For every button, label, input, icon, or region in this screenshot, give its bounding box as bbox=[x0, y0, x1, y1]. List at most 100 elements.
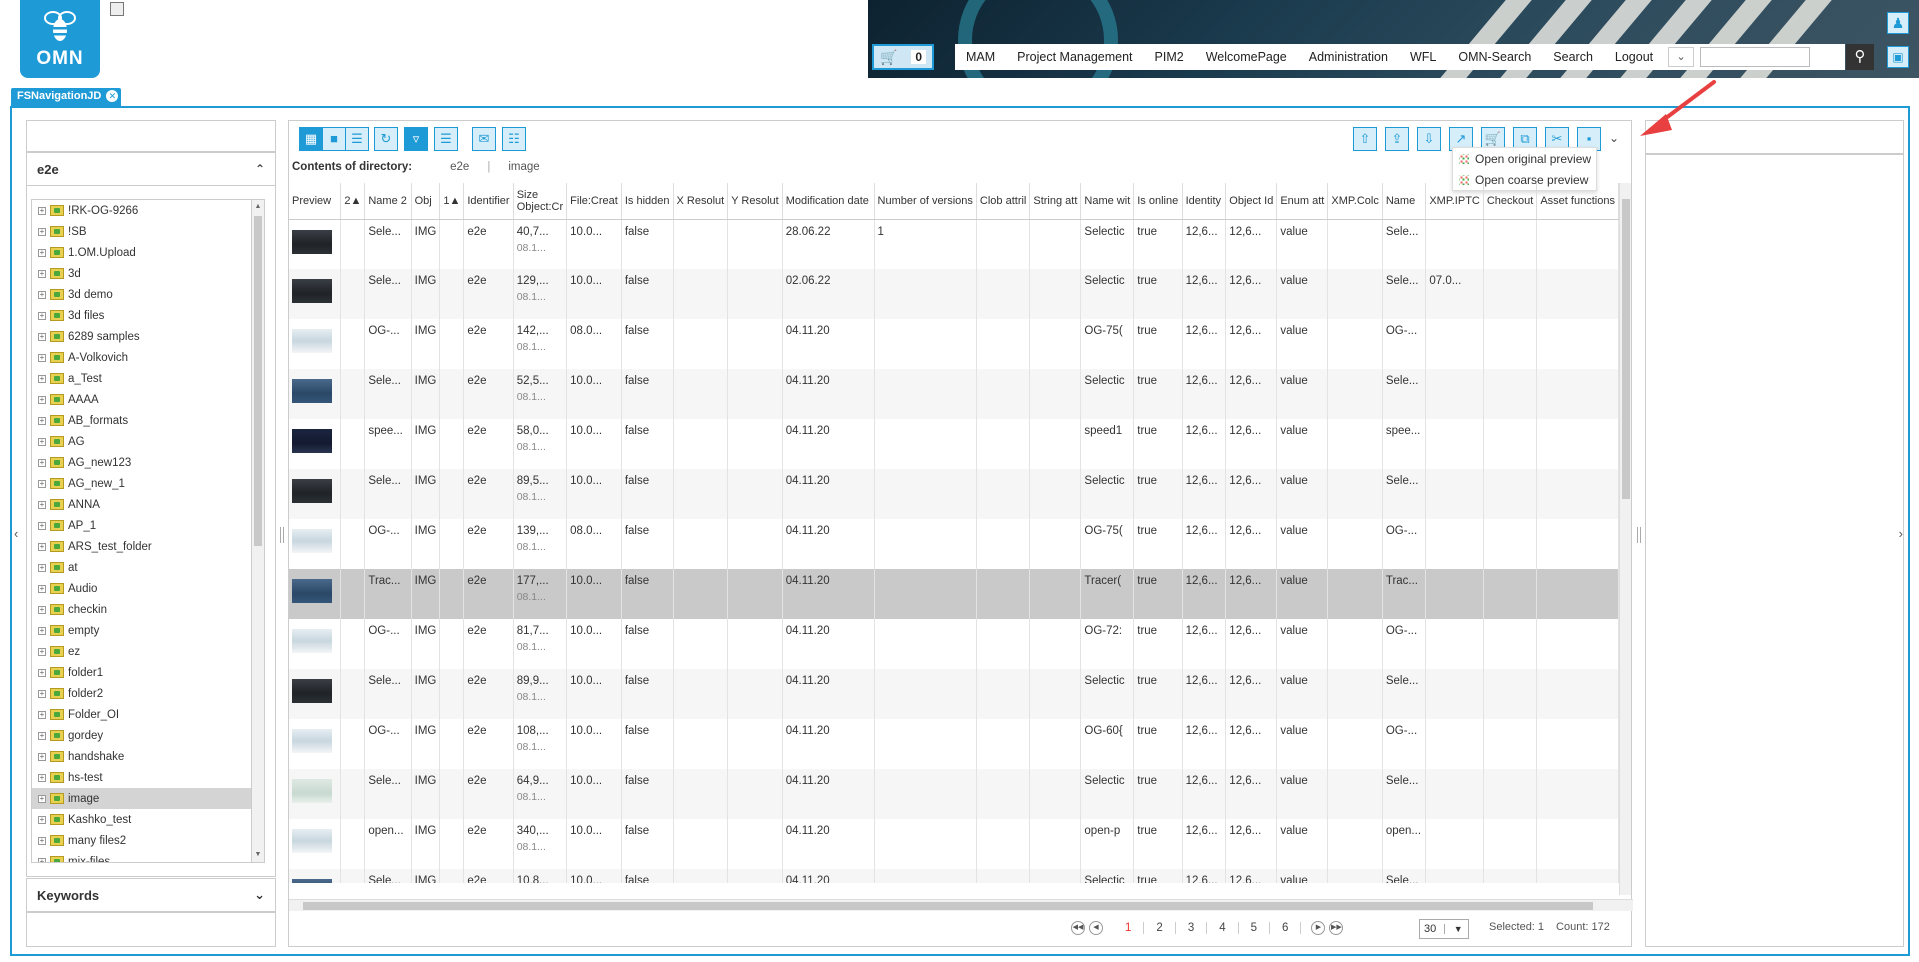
keywords-panel-header[interactable]: Keywords ⌄ bbox=[26, 878, 276, 912]
table-row[interactable]: Sele... IMG e2e 129,... 08.1... 10.0... false 0… bbox=[289, 269, 1619, 319]
expand-icon[interactable]: + bbox=[38, 710, 46, 719]
tree-item[interactable]: + !SB bbox=[32, 221, 264, 242]
column-header[interactable]: Y Resolut bbox=[727, 183, 783, 220]
expand-icon[interactable]: + bbox=[38, 647, 46, 656]
column-header[interactable]: Identifier bbox=[463, 183, 514, 220]
page-5[interactable]: 5 bbox=[1239, 922, 1271, 934]
breadcrumb-item[interactable]: image bbox=[508, 161, 539, 173]
expand-icon[interactable]: + bbox=[38, 248, 46, 257]
expand-icon[interactable]: + bbox=[38, 290, 46, 299]
column-header[interactable]: Is hidden bbox=[621, 183, 674, 220]
expand-icon[interactable]: + bbox=[38, 857, 46, 862]
first-page-icon[interactable]: ◀◀ bbox=[1071, 921, 1085, 935]
tree-item[interactable]: + Kashko_test bbox=[32, 809, 264, 830]
thumbnail-image[interactable] bbox=[292, 629, 332, 653]
tree-item[interactable]: + ez bbox=[32, 641, 264, 662]
tree-item[interactable]: + AAAA bbox=[32, 389, 264, 410]
expand-icon[interactable]: + bbox=[38, 458, 46, 467]
left-splitter[interactable] bbox=[280, 527, 284, 543]
tree-item[interactable]: + folder1 bbox=[32, 662, 264, 683]
thumbnail-image[interactable] bbox=[292, 329, 332, 353]
menu-item-administration[interactable]: Administration bbox=[1298, 50, 1399, 64]
tree-item[interactable]: +1.OM.Upload bbox=[32, 242, 264, 263]
expand-icon[interactable]: + bbox=[38, 731, 46, 740]
last-page-icon[interactable]: ▶▶ bbox=[1329, 921, 1344, 935]
expand-icon[interactable]: + bbox=[38, 269, 46, 278]
column-header[interactable]: Object Id bbox=[1225, 183, 1278, 220]
expand-icon[interactable]: + bbox=[38, 227, 46, 236]
expand-icon[interactable]: + bbox=[38, 353, 46, 362]
column-header[interactable]: File:Creat bbox=[566, 183, 622, 220]
tree-item[interactable]: + Audio bbox=[32, 578, 264, 599]
column-header[interactable]: 1▲ bbox=[439, 183, 465, 220]
thumbnail-image[interactable] bbox=[292, 729, 332, 753]
chevron-down-icon[interactable]: ⌄ bbox=[254, 887, 265, 903]
download-icon[interactable]: ⇩ bbox=[1417, 127, 1441, 151]
thumbnail-image[interactable] bbox=[292, 479, 332, 503]
column-header[interactable]: Preview bbox=[289, 183, 342, 220]
thumbnail-image[interactable] bbox=[292, 229, 332, 254]
expand-icon[interactable]: + bbox=[38, 626, 46, 635]
details-list-icon[interactable]: ☷ bbox=[502, 127, 526, 151]
menu-item-omn-search[interactable]: OMN-Search bbox=[1447, 50, 1542, 64]
expand-icon[interactable]: + bbox=[38, 374, 46, 383]
column-header[interactable]: Number of versions bbox=[874, 183, 977, 220]
table-row[interactable]: OG-... IMG e2e 142,... 08.1... 08.0... false 04… bbox=[289, 319, 1619, 369]
close-icon[interactable]: ✕ bbox=[106, 90, 119, 102]
table-row[interactable]: Sele... IMG e2e 10,8... 10.0... false 04.11.20… bbox=[289, 869, 1619, 883]
tree-item[interactable]: + ANNA bbox=[32, 494, 264, 515]
tree-item[interactable]: + a_Test bbox=[32, 368, 264, 389]
column-header[interactable]: Asset functions bbox=[1536, 183, 1619, 220]
expand-icon[interactable]: + bbox=[38, 563, 46, 572]
column-header[interactable]: 2▲ bbox=[340, 183, 366, 220]
thumbnail-image[interactable] bbox=[292, 679, 332, 703]
tree-item[interactable]: + AG_new_1 bbox=[32, 473, 264, 494]
tree-item[interactable]: + AB_formats bbox=[32, 410, 264, 431]
page-2[interactable]: 2 bbox=[1144, 922, 1176, 934]
column-header[interactable]: X Resolut bbox=[673, 183, 729, 220]
table-row[interactable]: OG-... IMG e2e 108,... 08.1... 10.0... false 04… bbox=[289, 719, 1619, 769]
menu-item-pim2[interactable]: PIM2 bbox=[1144, 50, 1195, 64]
page-4[interactable]: 4 bbox=[1207, 922, 1239, 934]
prev-page-icon[interactable]: ◀ bbox=[1089, 921, 1103, 935]
page-size-select[interactable]: 30 ▼ bbox=[1419, 919, 1469, 939]
tree-panel-header[interactable]: e2e ⌃ bbox=[27, 153, 275, 186]
column-header[interactable]: XMP.Colc bbox=[1327, 183, 1383, 220]
expand-icon[interactable]: + bbox=[38, 542, 46, 551]
filter-icon[interactable]: ▿ bbox=[404, 127, 428, 151]
tile-view-icon[interactable]: ■ bbox=[322, 127, 346, 151]
column-header[interactable]: String att bbox=[1029, 183, 1082, 220]
fullscreen-icon[interactable]: ▣ bbox=[1887, 46, 1909, 68]
table-horizontal-scrollbar[interactable] bbox=[289, 899, 1633, 911]
expand-icon[interactable]: + bbox=[38, 605, 46, 614]
page-1[interactable]: 1 bbox=[1113, 922, 1145, 934]
column-header[interactable]: Modification date bbox=[782, 183, 875, 220]
expand-icon[interactable]: + bbox=[38, 395, 46, 404]
table-row[interactable]: Trac... IMG e2e 177,... 08.1... 10.0... false 0… bbox=[289, 569, 1619, 619]
thumbnail-image[interactable] bbox=[292, 879, 332, 883]
column-header[interactable]: Is online bbox=[1133, 183, 1183, 220]
grid-view-icon[interactable]: ▦ bbox=[299, 127, 323, 151]
expand-icon[interactable]: + bbox=[38, 479, 46, 488]
tree-item[interactable]: +3d bbox=[32, 263, 264, 284]
column-header[interactable]: Size Object:Cr bbox=[513, 183, 568, 220]
menu-more-dropdown[interactable]: ⌄ bbox=[1668, 47, 1695, 67]
menu-item-logout[interactable]: Logout bbox=[1604, 50, 1664, 64]
table-row[interactable]: OG-... IMG e2e 139,... 08.1... 08.0... false 04… bbox=[289, 519, 1619, 569]
comment-icon[interactable]: ✉ bbox=[472, 127, 496, 151]
thumbnail-image[interactable] bbox=[292, 829, 332, 853]
tree-item[interactable]: + image bbox=[32, 788, 264, 809]
tree-item[interactable]: + A-Volkovich bbox=[32, 347, 264, 368]
expand-icon[interactable]: + bbox=[38, 311, 46, 320]
menu-item-project-management[interactable]: Project Management bbox=[1006, 50, 1143, 64]
tree-item[interactable]: + checkin bbox=[32, 599, 264, 620]
thumbnail-image[interactable] bbox=[292, 429, 332, 453]
column-header[interactable]: XMP.IPTC bbox=[1425, 183, 1484, 220]
column-header[interactable]: Identity bbox=[1182, 183, 1227, 220]
thumbnail-image[interactable] bbox=[292, 279, 332, 303]
table-row[interactable]: Sele... IMG e2e 40,7... 08.1... 10.0... false 2… bbox=[289, 219, 1619, 269]
expand-icon[interactable]: + bbox=[38, 437, 46, 446]
user-profile-icon[interactable]: ♟ bbox=[1887, 12, 1909, 34]
column-header[interactable]: Name 2 bbox=[364, 183, 412, 220]
tree-item[interactable]: + AG_new123 bbox=[32, 452, 264, 473]
